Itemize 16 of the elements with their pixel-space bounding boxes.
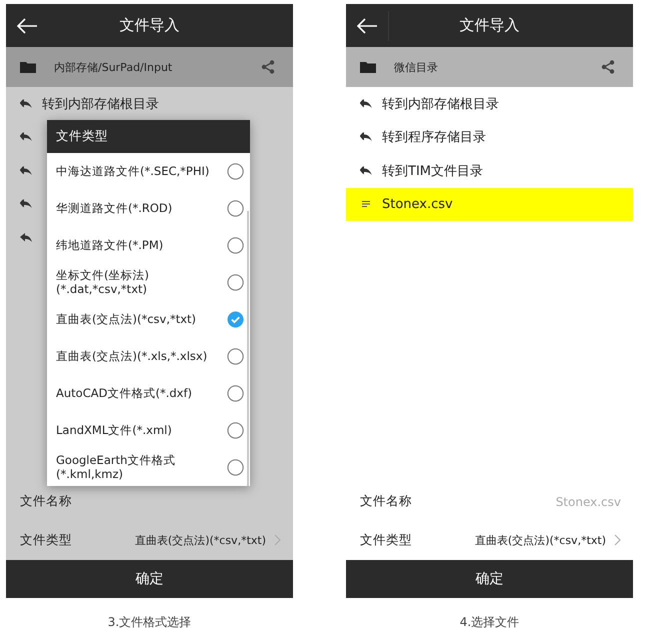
figure-caption: 3.文件格式选择 — [106, 614, 192, 631]
row-label: 转到内部存储根目录 — [382, 96, 499, 113]
field-label: 文件类型 — [360, 532, 412, 548]
field-label: 文件名称 — [360, 493, 412, 510]
folder-path: 微信目录 — [394, 60, 439, 74]
figure-caption: 4.选择文件 — [458, 614, 520, 631]
row-label: Stonex.csv — [382, 196, 453, 212]
row-label: 转到TIM文件目录 — [382, 162, 483, 180]
folder-path: 内部存储/SurPad/Input — [54, 60, 174, 74]
dialog-title: 文件类型 — [47, 120, 250, 153]
field-label: 文件类型 — [20, 532, 72, 548]
screen-title: 文件导入 — [120, 16, 180, 34]
screen-title: 文件导入 — [460, 16, 520, 34]
row-label: 转到程序存储目录 — [382, 129, 486, 146]
row-label: 转到内部存储根目录 — [42, 96, 159, 113]
field-label: 文件名称 — [20, 493, 72, 510]
